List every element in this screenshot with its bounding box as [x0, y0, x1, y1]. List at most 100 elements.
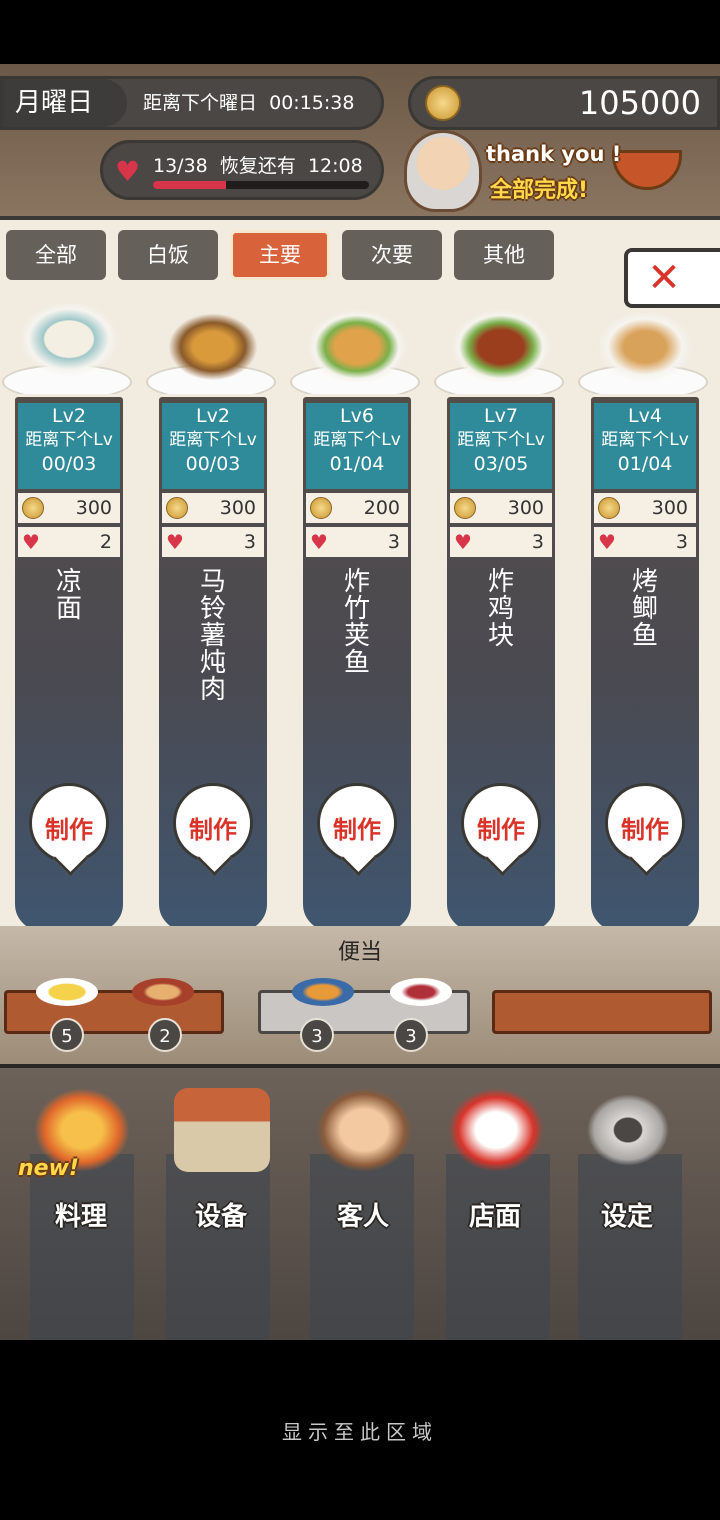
nav-facilities[interactable]: 设备: [156, 1084, 286, 1234]
nav-label: 店面: [468, 1202, 521, 1232]
gratin-icon[interactable]: [132, 978, 194, 1006]
fried-chicken-icon: [444, 304, 558, 382]
heart-icon: ♥: [454, 530, 472, 554]
quest-complete-banner[interactable]: thank you ! 全部完成!: [400, 130, 700, 216]
make-button[interactable]: 制作: [317, 783, 397, 863]
bento-count: 5: [50, 1018, 84, 1052]
coin-icon: [166, 497, 188, 519]
next-level-label: 距离下个Lv: [169, 430, 257, 450]
heart-progress-bar: [153, 181, 369, 189]
nav-customers[interactable]: 客人: [298, 1084, 428, 1234]
dish-cost: 200: [363, 497, 400, 519]
tab-main[interactable]: 主要: [230, 230, 330, 280]
heart-count: 13/38: [153, 155, 208, 177]
heart-stamina: ♥ 13/38 恢复还有 12:08: [100, 140, 384, 200]
dish-card[interactable]: Lv2 距离下个Lv 00/03 300 ♥ 2 凉面 制作: [2, 304, 136, 936]
heart-icon: ♥: [166, 530, 184, 554]
dish-level: Lv6: [340, 405, 374, 427]
rice-bowl-icon[interactable]: [292, 978, 354, 1006]
dish-name: 烤鲫鱼: [631, 567, 658, 651]
dish-name: 马铃薯炖肉: [199, 567, 226, 705]
fried-rice-icon[interactable]: [36, 978, 98, 1006]
bento-area: 便当 5 2 3 3: [0, 926, 720, 1064]
dish-name: 炸鸡块: [487, 567, 514, 651]
heart-row: ♥ 3: [306, 527, 408, 557]
heart-icon: ♥: [310, 530, 328, 554]
dish-card[interactable]: Lv6 距离下个Lv 01/04 200 ♥ 3 炸竹荚鱼 制作: [290, 304, 424, 936]
dish-level: Lv7: [484, 405, 518, 427]
coin-balance: 105000: [408, 76, 720, 130]
level-progress: 01/04: [329, 453, 385, 475]
food-bowl-icon: [612, 150, 682, 190]
cost-row: 300: [162, 493, 264, 523]
soup-bowl-icon[interactable]: [390, 978, 452, 1006]
make-label: 制作: [45, 816, 93, 844]
tab-all[interactable]: 全部: [6, 230, 106, 280]
dish-info: Lv7 距离下个Lv 03/05 300 ♥ 3 炸鸡块 制作: [444, 394, 558, 934]
recover-label: 恢复还有: [219, 155, 296, 177]
potato-stew-icon: [156, 304, 270, 382]
dish-level: Lv2: [196, 405, 230, 427]
tab-secondary[interactable]: 次要: [342, 230, 442, 280]
nav-settings[interactable]: 设定: [562, 1084, 692, 1234]
lucky-cat-icon: [448, 1088, 544, 1172]
coin-icon: [310, 497, 332, 519]
coin-icon: [425, 85, 461, 121]
tab-rice[interactable]: 白饭: [118, 230, 218, 280]
make-button[interactable]: 制作: [605, 783, 685, 863]
dish-card[interactable]: Lv7 距离下个Lv 03/05 300 ♥ 3 炸鸡块 制作: [434, 304, 568, 936]
close-button[interactable]: ✕: [624, 248, 720, 308]
level-box: Lv4 距离下个Lv 01/04: [594, 403, 696, 489]
heart-icon: ♥: [598, 530, 616, 554]
dish-info: Lv4 距离下个Lv 01/04 300 ♥ 3 烤鲫鱼 制作: [588, 394, 702, 934]
bento-count: 3: [394, 1018, 428, 1052]
dish-hearts: 2: [99, 531, 112, 553]
dish-hearts: 3: [243, 531, 256, 553]
heart-row: ♥ 2: [18, 527, 120, 557]
dish-card[interactable]: Lv2 距离下个Lv 00/03 300 ♥ 3 马铃薯炖肉 制作: [146, 304, 280, 936]
next-level-label: 距离下个Lv: [457, 430, 545, 450]
dish-cost: 300: [219, 497, 256, 519]
countdown-time: 00:15:38: [269, 92, 355, 114]
dish-cost: 300: [75, 497, 112, 519]
bento-label: 便当: [337, 940, 382, 965]
dish-card[interactable]: Lv4 距离下个Lv 01/04 300 ♥ 3 烤鲫鱼 制作: [578, 304, 712, 936]
recover-time: 12:08: [307, 155, 363, 177]
banner-done: 全部完成!: [490, 178, 589, 203]
nav-shop[interactable]: 店面: [430, 1084, 560, 1234]
day-indicator: 月曜日 距离下个曜日 00:15:38: [0, 76, 384, 130]
dish-name: 炸竹荚鱼: [343, 567, 370, 678]
make-button[interactable]: 制作: [173, 783, 253, 863]
level-progress: 00/03: [41, 453, 97, 475]
dish-hearts: 3: [531, 531, 544, 553]
next-level-label: 距离下个Lv: [313, 430, 401, 450]
banner-thanks: thank you !: [486, 142, 622, 166]
coin-icon: [454, 497, 476, 519]
game-screen: 月曜日 距离下个曜日 00:15:38 ♥ 13/38 恢复还有 12:08 1…: [0, 64, 720, 1340]
make-button[interactable]: 制作: [461, 783, 541, 863]
make-label: 制作: [333, 816, 381, 844]
nav-cooking[interactable]: new! 料理: [16, 1084, 146, 1234]
grandma-avatar-icon: [404, 130, 482, 212]
dish-level: Lv2: [52, 405, 86, 427]
dish-name: 凉面: [55, 567, 82, 624]
nav-label: 设备: [194, 1202, 247, 1232]
customers-icon: [316, 1088, 412, 1172]
make-button[interactable]: 制作: [29, 783, 109, 863]
day-countdown: 距离下个曜日 00:15:38: [143, 79, 354, 127]
countdown-label: 距离下个曜日: [143, 92, 258, 114]
nav-label: 客人: [336, 1202, 389, 1232]
heart-status: 13/38 恢复还有 12:08: [153, 151, 363, 178]
tab-other[interactable]: 其他: [454, 230, 554, 280]
dish-hearts: 3: [387, 531, 400, 553]
dish-hearts: 3: [675, 531, 688, 553]
cold-noodles-icon: [12, 304, 126, 382]
bottom-navigation: new! 料理 设备 客人 店面 设定: [0, 1064, 720, 1340]
level-progress: 01/04: [617, 453, 673, 475]
coin-value: 105000: [578, 84, 701, 122]
heart-icon: ♥: [115, 155, 141, 188]
house-icon: [174, 1088, 270, 1172]
dish-info: Lv2 距离下个Lv 00/03 300 ♥ 2 凉面 制作: [12, 394, 126, 934]
make-label: 制作: [621, 816, 669, 844]
dish-info: Lv2 距离下个Lv 00/03 300 ♥ 3 马铃薯炖肉 制作: [156, 394, 270, 934]
